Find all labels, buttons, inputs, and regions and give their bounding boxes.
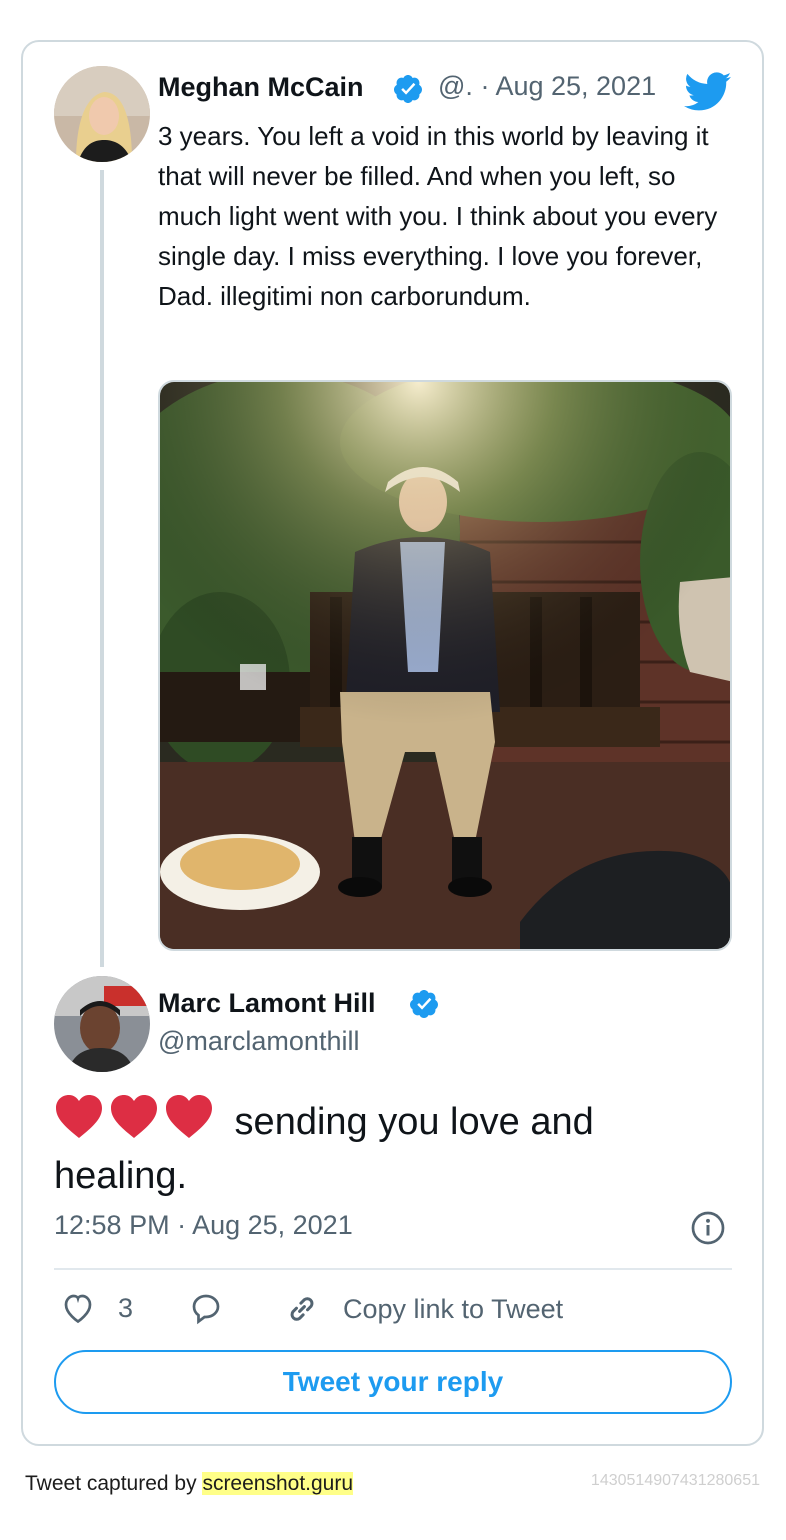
heart-icon[interactable] [60, 1290, 96, 1326]
footer-credit: Tweet captured by screenshot.guru [25, 1472, 354, 1496]
reply-author-handle[interactable]: @marclamonthill [158, 1026, 359, 1057]
reply-timestamp[interactable]: 12:58 PM · Aug 25, 2021 [54, 1210, 353, 1241]
hearts-emoji [54, 1094, 214, 1152]
meghan-avatar[interactable] [54, 66, 150, 162]
parent-author-handle[interactable]: @. [438, 71, 473, 101]
footer-site-link[interactable]: screenshot.guru [202, 1472, 354, 1495]
parent-tweet-text: 3 years. You left a void in this world b… [158, 121, 718, 311]
footer-tweet-id: 1430514907431280651 [590, 1472, 760, 1489]
verified-badge-icon [409, 990, 438, 1018]
meta-separator: · [480, 71, 490, 101]
copy-link-label: Copy link to Tweet [343, 1293, 564, 1324]
twitter-bird-icon[interactable] [684, 72, 732, 112]
red-heart-icon [56, 1095, 212, 1138]
reply-bubble-icon[interactable] [187, 1290, 225, 1326]
link-icon[interactable] [283, 1290, 321, 1328]
reply-author-name[interactable]: Marc Lamont Hill [158, 988, 376, 1019]
reply-tweet-text: sending you love and healing. [54, 1094, 694, 1200]
tweet-your-reply-button[interactable]: Tweet your reply [54, 1350, 732, 1414]
parent-meta: @. · Aug 25, 2021 [438, 71, 656, 102]
parent-date[interactable]: Aug 25, 2021 [495, 71, 656, 101]
parent-author-name[interactable]: Meghan McCain [158, 72, 364, 103]
photo-man-on-bench [160, 382, 730, 949]
reply-action[interactable] [187, 1290, 225, 1326]
footer-credit-prefix: Tweet captured by [25, 1472, 203, 1495]
like-count: 3 [118, 1292, 134, 1323]
tweet-photo[interactable] [158, 380, 732, 951]
like-action[interactable]: 3 [60, 1290, 133, 1326]
verified-badge-icon [393, 75, 422, 103]
thread-connector-line [100, 170, 104, 967]
actions-divider [54, 1268, 732, 1270]
info-icon[interactable] [690, 1210, 726, 1246]
marc-avatar[interactable] [54, 976, 150, 1072]
copy-link-action[interactable]: Copy link to Tweet [283, 1290, 563, 1328]
